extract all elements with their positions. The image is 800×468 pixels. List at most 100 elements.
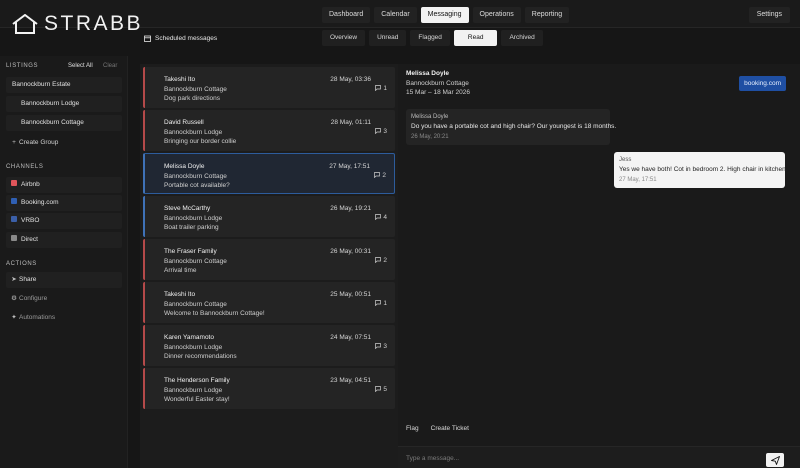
listing-item-lodge[interactable]: Bannockburn Lodge bbox=[6, 96, 122, 112]
message-sender: Melissa Doyle bbox=[411, 114, 449, 120]
incoming-message-bubble: Melissa Doyle Do you have a portable cot… bbox=[406, 109, 616, 145]
tab-archived[interactable]: Archived bbox=[501, 30, 543, 46]
channel-badge: booking.com bbox=[739, 76, 786, 91]
message-count: 4 bbox=[375, 214, 387, 221]
property-name: Bannockburn Lodge bbox=[164, 387, 223, 394]
chat-bubble-icon bbox=[375, 300, 382, 307]
conversation-actions: Flag Create Ticket bbox=[406, 425, 469, 432]
message-card[interactable]: Karen Yamamoto 24 May, 07:51 Bannockburn… bbox=[143, 325, 395, 366]
tab-flagged[interactable]: Flagged bbox=[410, 30, 450, 46]
tab-overview[interactable]: Overview bbox=[322, 30, 366, 46]
message-count: 1 bbox=[375, 300, 387, 307]
message-count: 2 bbox=[374, 172, 386, 179]
sidebar: LISTINGS Select All Clear Bannockburn Es… bbox=[0, 56, 128, 468]
stay-dates: 15 Mar – 18 Mar 2026 bbox=[406, 89, 470, 96]
message-input[interactable] bbox=[406, 451, 746, 465]
share-icon: ➤ bbox=[11, 276, 17, 283]
chat-bubble-icon bbox=[374, 172, 381, 179]
channel-item-booking[interactable]: Booking.com bbox=[6, 195, 122, 211]
message-count: 2 bbox=[375, 257, 387, 264]
nav-tab-dashboard[interactable]: Dashboard bbox=[322, 7, 371, 23]
chat-bubble-icon bbox=[375, 257, 382, 264]
message-time: 26 May, 20:21 bbox=[411, 134, 449, 140]
send-button[interactable] bbox=[766, 453, 784, 467]
automations-action[interactable]: ✦ Automations bbox=[6, 310, 122, 326]
listing-item-estate[interactable]: Bannockburn Estate bbox=[6, 77, 122, 93]
message-card[interactable]: Steve McCarthy 26 May, 19:21 Bannockburn… bbox=[143, 196, 395, 237]
message-subject: Dinner recommendations bbox=[164, 353, 237, 360]
property-name: Bannockburn Lodge bbox=[164, 344, 223, 351]
nav-tab-messaging[interactable]: Messaging bbox=[420, 7, 469, 23]
send-icon bbox=[770, 455, 780, 465]
main-nav: Dashboard Calendar Messaging Operations … bbox=[322, 7, 570, 23]
chat-bubble-icon bbox=[375, 386, 382, 393]
message-card[interactable]: Takeshi Ito 28 May, 03:36 Bannockburn Co… bbox=[143, 67, 395, 108]
message-date: 24 May, 07:51 bbox=[330, 334, 371, 341]
message-subject: Dog park directions bbox=[164, 95, 220, 102]
listings-heading: LISTINGS bbox=[6, 63, 39, 69]
tab-unread[interactable]: Unread bbox=[369, 30, 407, 46]
count-value: 2 bbox=[383, 257, 387, 264]
message-subject: Welcome to Bannockburn Cottage! bbox=[164, 310, 265, 317]
configure-action[interactable]: ⚙ Configure bbox=[6, 291, 122, 307]
scheduled-messages-link[interactable]: Scheduled messages bbox=[144, 35, 217, 42]
channel-item-vrbo[interactable]: VRBO bbox=[6, 213, 122, 229]
property-name: Bannockburn Lodge bbox=[164, 215, 223, 222]
settings-button[interactable]: Settings bbox=[748, 7, 790, 23]
logo[interactable]: STRABB bbox=[12, 12, 143, 36]
channel-label: Booking.com bbox=[21, 199, 59, 206]
guest-name: The Henderson Family bbox=[164, 377, 230, 384]
vrbo-swatch-icon bbox=[11, 216, 17, 223]
guest-name: Takeshi Ito bbox=[164, 76, 196, 83]
guest-property: Bannockburn Cottage bbox=[406, 80, 469, 87]
property-name: Bannockburn Cottage bbox=[164, 173, 227, 180]
property-name: Bannockburn Cottage bbox=[164, 301, 227, 308]
nav-tab-reporting[interactable]: Reporting bbox=[524, 7, 570, 23]
create-group-button[interactable]: + Create Group bbox=[6, 135, 122, 151]
message-sender: Jess bbox=[619, 157, 632, 163]
message-date: 23 May, 04:51 bbox=[330, 377, 371, 384]
flag-button[interactable]: Flag bbox=[406, 425, 419, 432]
channel-label: VRBO bbox=[21, 217, 40, 224]
guest-name: Karen Yamamoto bbox=[164, 334, 214, 341]
message-card[interactable]: The Henderson Family 23 May, 04:51 Banno… bbox=[143, 368, 395, 409]
message-count: 1 bbox=[375, 85, 387, 92]
property-name: Bannockburn Cottage bbox=[164, 258, 227, 265]
channel-label: Direct bbox=[21, 236, 38, 243]
message-text: Do you have a portable cot and high chai… bbox=[411, 123, 617, 130]
tab-read[interactable]: Read bbox=[453, 30, 498, 46]
share-label: Share bbox=[19, 276, 37, 283]
message-subject: Boat trailer parking bbox=[164, 224, 219, 231]
nav-tab-operations[interactable]: Operations bbox=[472, 7, 521, 23]
message-list: Takeshi Ito 28 May, 03:36 Bannockburn Co… bbox=[140, 64, 398, 468]
message-filter-tabs: Overview Unread Flagged Read Archived bbox=[322, 30, 543, 46]
listing-item-cottage[interactable]: Bannockburn Cottage bbox=[6, 115, 122, 131]
share-action[interactable]: ➤ Share bbox=[6, 272, 122, 288]
create-ticket-button[interactable]: Create Ticket bbox=[431, 425, 469, 432]
message-card[interactable]: The Fraser Family 26 May, 00:31 Bannockb… bbox=[143, 239, 395, 280]
count-value: 4 bbox=[383, 214, 387, 221]
clear-link[interactable]: Clear bbox=[103, 63, 117, 69]
select-all-link[interactable]: Select All bbox=[68, 63, 93, 69]
message-count: 3 bbox=[375, 128, 387, 135]
message-subject: Arrival time bbox=[164, 267, 197, 274]
channel-label: Airbnb bbox=[21, 181, 40, 188]
message-card[interactable]: David Russell 28 May, 01:11 Bannockburn … bbox=[143, 110, 395, 151]
message-card-selected[interactable]: Melissa Doyle 27 May, 17:51 Bannockburn … bbox=[143, 153, 395, 194]
count-value: 3 bbox=[383, 128, 387, 135]
nav-tab-calendar[interactable]: Calendar bbox=[374, 7, 417, 23]
top-bar: STRABB Dashboard Calendar Messaging Oper… bbox=[0, 0, 800, 35]
channel-item-airbnb[interactable]: Airbnb bbox=[6, 177, 122, 193]
message-date: 25 May, 00:51 bbox=[330, 291, 371, 298]
booking-swatch-icon bbox=[11, 198, 17, 205]
message-date: 28 May, 03:36 bbox=[330, 76, 371, 83]
message-subject: Bringing our border collie bbox=[164, 138, 237, 145]
channel-item-direct[interactable]: Direct bbox=[6, 232, 122, 248]
airbnb-swatch-icon bbox=[11, 180, 17, 187]
message-card[interactable]: Takeshi Ito 25 May, 00:51 Bannockburn Co… bbox=[143, 282, 395, 323]
sparkle-icon: ✦ bbox=[11, 314, 17, 321]
message-subject: Portable cot available? bbox=[164, 182, 230, 189]
guest-name: The Fraser Family bbox=[164, 248, 217, 255]
property-name: Bannockburn Lodge bbox=[164, 129, 223, 136]
message-count: 3 bbox=[375, 343, 387, 350]
